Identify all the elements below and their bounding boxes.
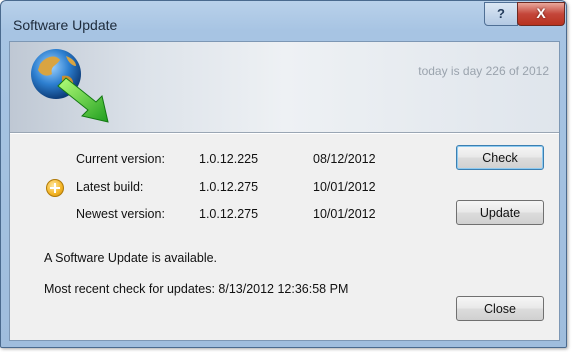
check-button[interactable]: Check	[456, 145, 544, 170]
close-window-button[interactable]: X	[517, 2, 565, 26]
window-title: Software Update	[13, 17, 118, 33]
globe-download-icon	[31, 49, 109, 123]
latest-build-label: Latest build:	[76, 180, 144, 194]
update-available-message: A Software Update is available.	[44, 251, 218, 265]
close-icon: X	[536, 5, 546, 21]
current-version-date: 08/12/2012	[313, 152, 376, 166]
newest-version-date: 10/01/2012	[313, 207, 376, 221]
current-version-label: Current version:	[76, 152, 165, 166]
software-update-dialog: Software Update ? X today is day 226 of …	[0, 0, 567, 348]
header-banner: today is day 226 of 2012	[10, 42, 559, 132]
day-of-year-text: today is day 226 of 2012	[418, 64, 549, 78]
help-button[interactable]: ?	[484, 2, 518, 26]
help-icon: ?	[497, 6, 505, 21]
update-button[interactable]: Update	[456, 200, 544, 225]
banner-divider-highlight	[10, 133, 559, 134]
latest-build-date: 10/01/2012	[313, 180, 376, 194]
title-bar[interactable]: Software Update ? X	[1, 1, 566, 41]
last-check-text: Most recent check for updates: 8/13/2012…	[44, 282, 349, 296]
newest-version-label: Newest version:	[76, 207, 165, 221]
current-version-value: 1.0.12.225	[199, 152, 259, 166]
close-button[interactable]: Close	[456, 296, 544, 321]
newest-version-value: 1.0.12.275	[199, 207, 259, 221]
dialog-client-area: today is day 226 of 2012 Current version…	[9, 41, 560, 341]
plus-icon	[46, 179, 64, 197]
latest-build-value: 1.0.12.275	[199, 180, 259, 194]
